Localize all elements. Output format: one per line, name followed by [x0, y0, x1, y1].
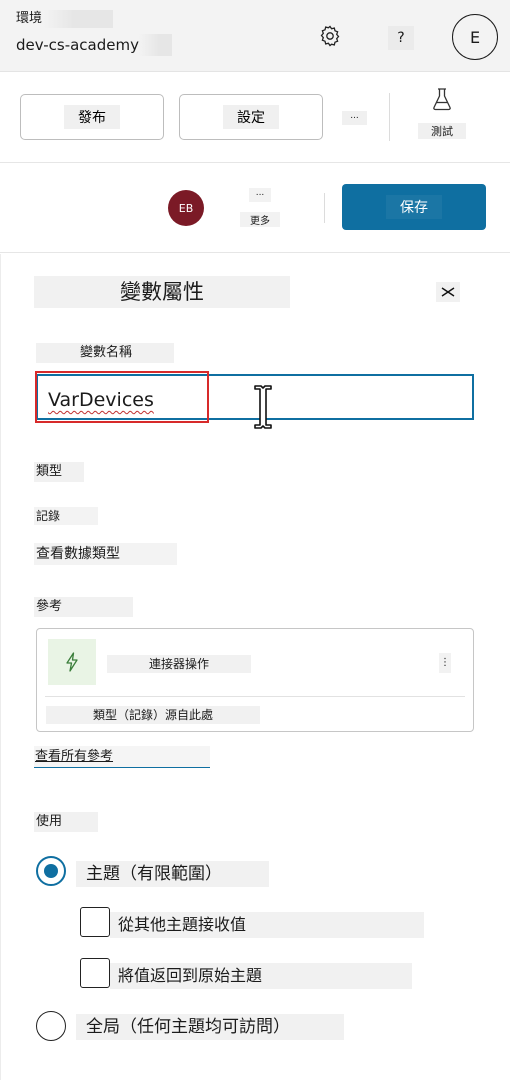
reference-name: 連接器操作	[107, 655, 251, 673]
publish-button-label: 發布	[64, 105, 120, 129]
usage-topic-radio[interactable]	[36, 856, 66, 886]
receive-values-label: 從其他主題接收值	[110, 912, 424, 938]
action-bar: EB ... 更多 保存	[0, 163, 510, 253]
reference-menu-icon[interactable]: ⋮	[439, 653, 451, 673]
action-divider	[324, 193, 325, 223]
test-button[interactable]: 測試	[418, 87, 466, 147]
flask-icon	[433, 88, 451, 111]
usage-label: 使用	[34, 812, 98, 832]
publish-button[interactable]: 發布	[20, 94, 164, 140]
more-commands-button[interactable]: ...	[342, 111, 367, 125]
save-button-label: 保存	[386, 195, 442, 219]
type-label: 類型	[34, 462, 84, 482]
environment-label: 環境	[14, 10, 113, 28]
help-button[interactable]: ?	[388, 26, 414, 50]
usage-global-radio[interactable]	[36, 1011, 66, 1041]
save-button[interactable]: 保存	[342, 184, 486, 230]
usage-topic-label: 主題（有限範圍）	[76, 861, 269, 887]
panel-title: 變數屬性	[34, 276, 290, 308]
test-button-label: 測試	[418, 123, 466, 139]
reference-card[interactable]: 連接器操作 ⋮ 類型（記錄）源自此處	[36, 628, 474, 732]
variable-name-label: 變數名稱	[36, 343, 174, 363]
environment-name[interactable]: dev-cs-academy	[14, 34, 172, 56]
collaborator-avatar[interactable]: EB	[168, 190, 204, 226]
variable-name-value[interactable]: VarDevices	[48, 388, 154, 412]
reference-label: 參考	[34, 597, 133, 617]
reference-description: 類型（記錄）源自此處	[46, 706, 260, 724]
return-values-label: 將值返回到原始主題	[110, 963, 412, 989]
settings-gear-icon[interactable]	[314, 20, 346, 52]
reference-divider	[45, 696, 465, 697]
return-values-checkbox[interactable]	[80, 958, 110, 988]
command-bar: 發布 設定 ... 測試	[0, 73, 510, 163]
view-data-type-link[interactable]: 查看數據類型	[34, 543, 177, 565]
type-value: 記錄	[34, 507, 98, 525]
user-avatar[interactable]: E	[452, 14, 498, 60]
more-dots-icon: ...	[249, 188, 271, 202]
text-cursor-icon	[254, 385, 272, 429]
more-button[interactable]: ... 更多	[240, 188, 280, 232]
receive-values-checkbox[interactable]	[80, 907, 110, 937]
toolbar-divider	[389, 93, 390, 141]
lightning-bolt-icon	[66, 652, 78, 672]
view-all-references-link[interactable]: 查看所有參考	[34, 746, 210, 768]
more-button-label: 更多	[240, 212, 280, 227]
settings-button[interactable]: 設定	[179, 94, 323, 140]
usage-global-label: 全局（任何主題均可訪問）	[76, 1014, 344, 1040]
app-header: 環境 dev-cs-academy ? E	[0, 0, 510, 72]
close-icon[interactable]	[436, 282, 460, 302]
connector-tile	[48, 639, 96, 685]
settings-button-label: 設定	[223, 105, 279, 129]
